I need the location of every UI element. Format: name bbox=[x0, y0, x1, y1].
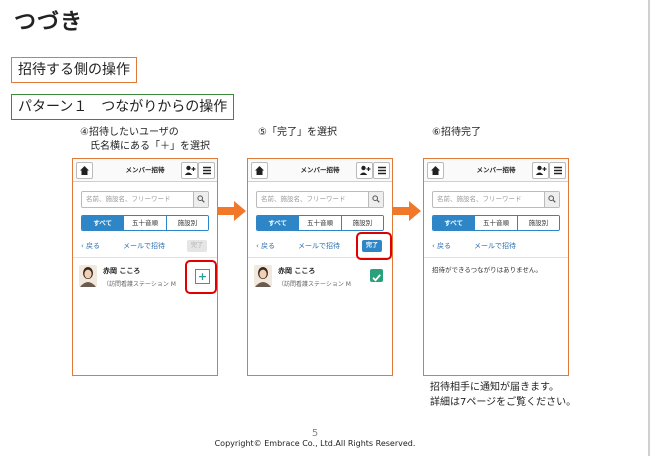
completion-note: 招待相手に通知が届きます。 詳細は7ページをご覧ください。 bbox=[430, 380, 576, 410]
user-name: 赤岡 こころ bbox=[103, 267, 141, 275]
back-link[interactable]: ‹ 戻る bbox=[256, 239, 275, 253]
back-label: 戻る bbox=[261, 242, 276, 250]
tab-kana-order[interactable]: 五十音順 bbox=[123, 216, 166, 230]
divider bbox=[424, 257, 568, 258]
menu-icon[interactable] bbox=[373, 162, 390, 179]
mail-invite-link[interactable]: メールで招待 bbox=[123, 239, 165, 253]
slide-title: つづき bbox=[14, 10, 84, 35]
search-placeholder: 名前、施設名、フリーワード bbox=[86, 195, 171, 203]
search-input[interactable]: 名前、施設名、フリーワード bbox=[256, 191, 384, 208]
add-user-icon[interactable] bbox=[181, 162, 198, 179]
highlight-done-button bbox=[356, 232, 392, 260]
avatar bbox=[254, 265, 272, 287]
step-4-caption-line2: 氏名横にある「＋」を選択 bbox=[90, 141, 210, 152]
search-icon[interactable] bbox=[544, 192, 559, 207]
tab-all[interactable]: すべて bbox=[433, 216, 475, 230]
app-header: メンバー招待 bbox=[248, 159, 392, 182]
search-placeholder: 名前、施設名、フリーワード bbox=[261, 195, 346, 203]
add-user-icon[interactable] bbox=[356, 162, 373, 179]
app-header: メンバー招待 bbox=[73, 159, 217, 182]
add-user-icon[interactable] bbox=[532, 162, 549, 179]
filter-tabs: すべて 五十音順 施設別 bbox=[81, 215, 209, 231]
action-bar: ‹ 戻る メールで招待 完了 bbox=[81, 239, 211, 253]
app-header: メンバー招待 bbox=[424, 159, 568, 182]
arrow-right-icon bbox=[393, 201, 421, 221]
check-icon bbox=[370, 269, 383, 282]
arrow-right-icon bbox=[218, 201, 246, 221]
phone-screen-step-6: メンバー招待 名前、施設名、フリーワード すべて 五十音順 施設別 ‹ 戻る メ… bbox=[423, 158, 569, 376]
step-4-caption-line1: ④招待したいユーザの bbox=[80, 127, 179, 138]
step-5-caption: ⑤「完了」を選択 bbox=[258, 127, 337, 138]
note-line-2: 詳細は7ページをご覧ください。 bbox=[430, 397, 577, 408]
highlight-add-button bbox=[185, 260, 217, 294]
done-button-disabled[interactable]: 完了 bbox=[187, 240, 207, 252]
back-label: 戻る bbox=[86, 242, 101, 250]
section-label: 招待する側の操作 bbox=[11, 57, 137, 83]
user-name: 赤岡 こころ bbox=[278, 267, 316, 275]
tab-facility[interactable]: 施設別 bbox=[340, 216, 383, 230]
page-number: 5 bbox=[311, 428, 319, 439]
action-bar: ‹ 戻る メールで招待 bbox=[432, 239, 562, 253]
empty-state-message: 招待ができるつながりはありません。 bbox=[432, 266, 542, 274]
filter-tabs: すべて 五十音順 施設別 bbox=[256, 215, 384, 231]
user-organization: （訪問看護ステーション M bbox=[278, 281, 351, 288]
note-line-1: 招待相手に通知が届きます。 bbox=[430, 382, 559, 393]
tab-all[interactable]: すべて bbox=[257, 216, 299, 230]
search-icon[interactable] bbox=[193, 192, 208, 207]
tab-facility[interactable]: 施設別 bbox=[165, 216, 208, 230]
tab-kana-order[interactable]: 五十音順 bbox=[474, 216, 517, 230]
phone-screen-step-5: メンバー招待 名前、施設名、フリーワード すべて 五十音順 施設別 ‹ 戻る メ… bbox=[247, 158, 393, 376]
back-link[interactable]: ‹ 戻る bbox=[81, 239, 100, 253]
mail-invite-link[interactable]: メールで招待 bbox=[474, 239, 516, 253]
filter-tabs: すべて 五十音順 施設別 bbox=[432, 215, 560, 231]
back-link[interactable]: ‹ 戻る bbox=[432, 239, 451, 253]
search-icon[interactable] bbox=[368, 192, 383, 207]
search-placeholder: 名前、施設名、フリーワード bbox=[437, 195, 522, 203]
tab-facility[interactable]: 施設別 bbox=[516, 216, 559, 230]
copyright: Copyright© Embrace Co., Ltd.All Rights R… bbox=[214, 439, 416, 448]
menu-icon[interactable] bbox=[549, 162, 566, 179]
mail-invite-link[interactable]: メールで招待 bbox=[298, 239, 340, 253]
tab-all[interactable]: すべて bbox=[82, 216, 124, 230]
menu-icon[interactable] bbox=[198, 162, 215, 179]
search-input[interactable]: 名前、施設名、フリーワード bbox=[432, 191, 560, 208]
tab-kana-order[interactable]: 五十音順 bbox=[298, 216, 341, 230]
user-organization: （訪問看護ステーション M bbox=[103, 281, 176, 288]
divider bbox=[73, 257, 217, 258]
pattern-label: パターン１ つながりからの操作 bbox=[11, 94, 235, 120]
search-input[interactable]: 名前、施設名、フリーワード bbox=[81, 191, 209, 208]
back-label: 戻る bbox=[437, 242, 452, 250]
avatar bbox=[79, 265, 97, 287]
step-6-caption: ⑥招待完了 bbox=[432, 127, 481, 138]
